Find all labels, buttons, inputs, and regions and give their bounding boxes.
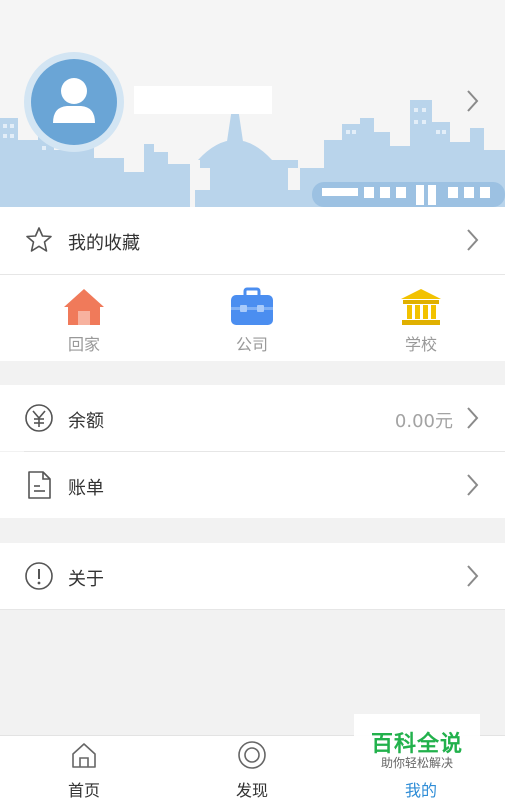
tab-home[interactable]: 首页: [24, 736, 144, 800]
balance-label: 余额: [68, 411, 104, 432]
quick-links: 回家 公司 学校: [0, 275, 505, 361]
info-icon: [25, 562, 53, 590]
divider: [0, 609, 505, 610]
quick-link-label: 回家: [67, 335, 100, 354]
watermark-subtitle: 助你轻松解决: [380, 756, 453, 770]
tab-discover[interactable]: 发现: [192, 736, 312, 800]
home-outline-icon: [72, 743, 96, 768]
avatar[interactable]: [24, 52, 124, 152]
tab-label: 发现: [235, 781, 268, 800]
favorites-row[interactable]: 我的收藏: [0, 207, 505, 274]
tab-label: 我的: [404, 781, 437, 800]
home-icon: [64, 289, 104, 325]
about-label: 关于: [68, 569, 104, 590]
quick-link-school[interactable]: 学校: [361, 275, 481, 361]
user-silhouette-icon: [53, 78, 95, 123]
chevron-right-icon: [467, 407, 479, 429]
balance-value: 0.00元: [394, 411, 453, 432]
chevron-right-icon[interactable]: [462, 88, 482, 114]
school-icon: [401, 289, 441, 325]
chevron-right-icon: [467, 474, 479, 496]
yen-icon: [25, 404, 53, 432]
quick-link-company[interactable]: 公司: [192, 275, 312, 361]
star-icon: [26, 227, 52, 252]
briefcase-icon: [231, 287, 273, 325]
tab-label: 首页: [67, 781, 100, 800]
discover-icon: [238, 741, 266, 769]
about-row[interactable]: 关于: [0, 543, 505, 609]
chevron-right-icon: [467, 565, 479, 587]
bill-row[interactable]: 账单: [0, 452, 505, 518]
document-icon: [28, 471, 51, 499]
bill-label: 账单: [68, 478, 104, 499]
chevron-right-icon: [467, 229, 479, 251]
balance-row[interactable]: 余额 0.00元: [0, 385, 505, 451]
quick-link-label: 学校: [404, 335, 437, 354]
profile-header[interactable]: [0, 0, 505, 207]
watermark-logo: 百科全说 助你轻松解决: [354, 714, 480, 774]
quick-link-label: 公司: [235, 335, 268, 354]
favorites-label: 我的收藏: [68, 233, 140, 254]
username-field: [134, 86, 272, 114]
quick-link-home[interactable]: 回家: [24, 275, 144, 361]
